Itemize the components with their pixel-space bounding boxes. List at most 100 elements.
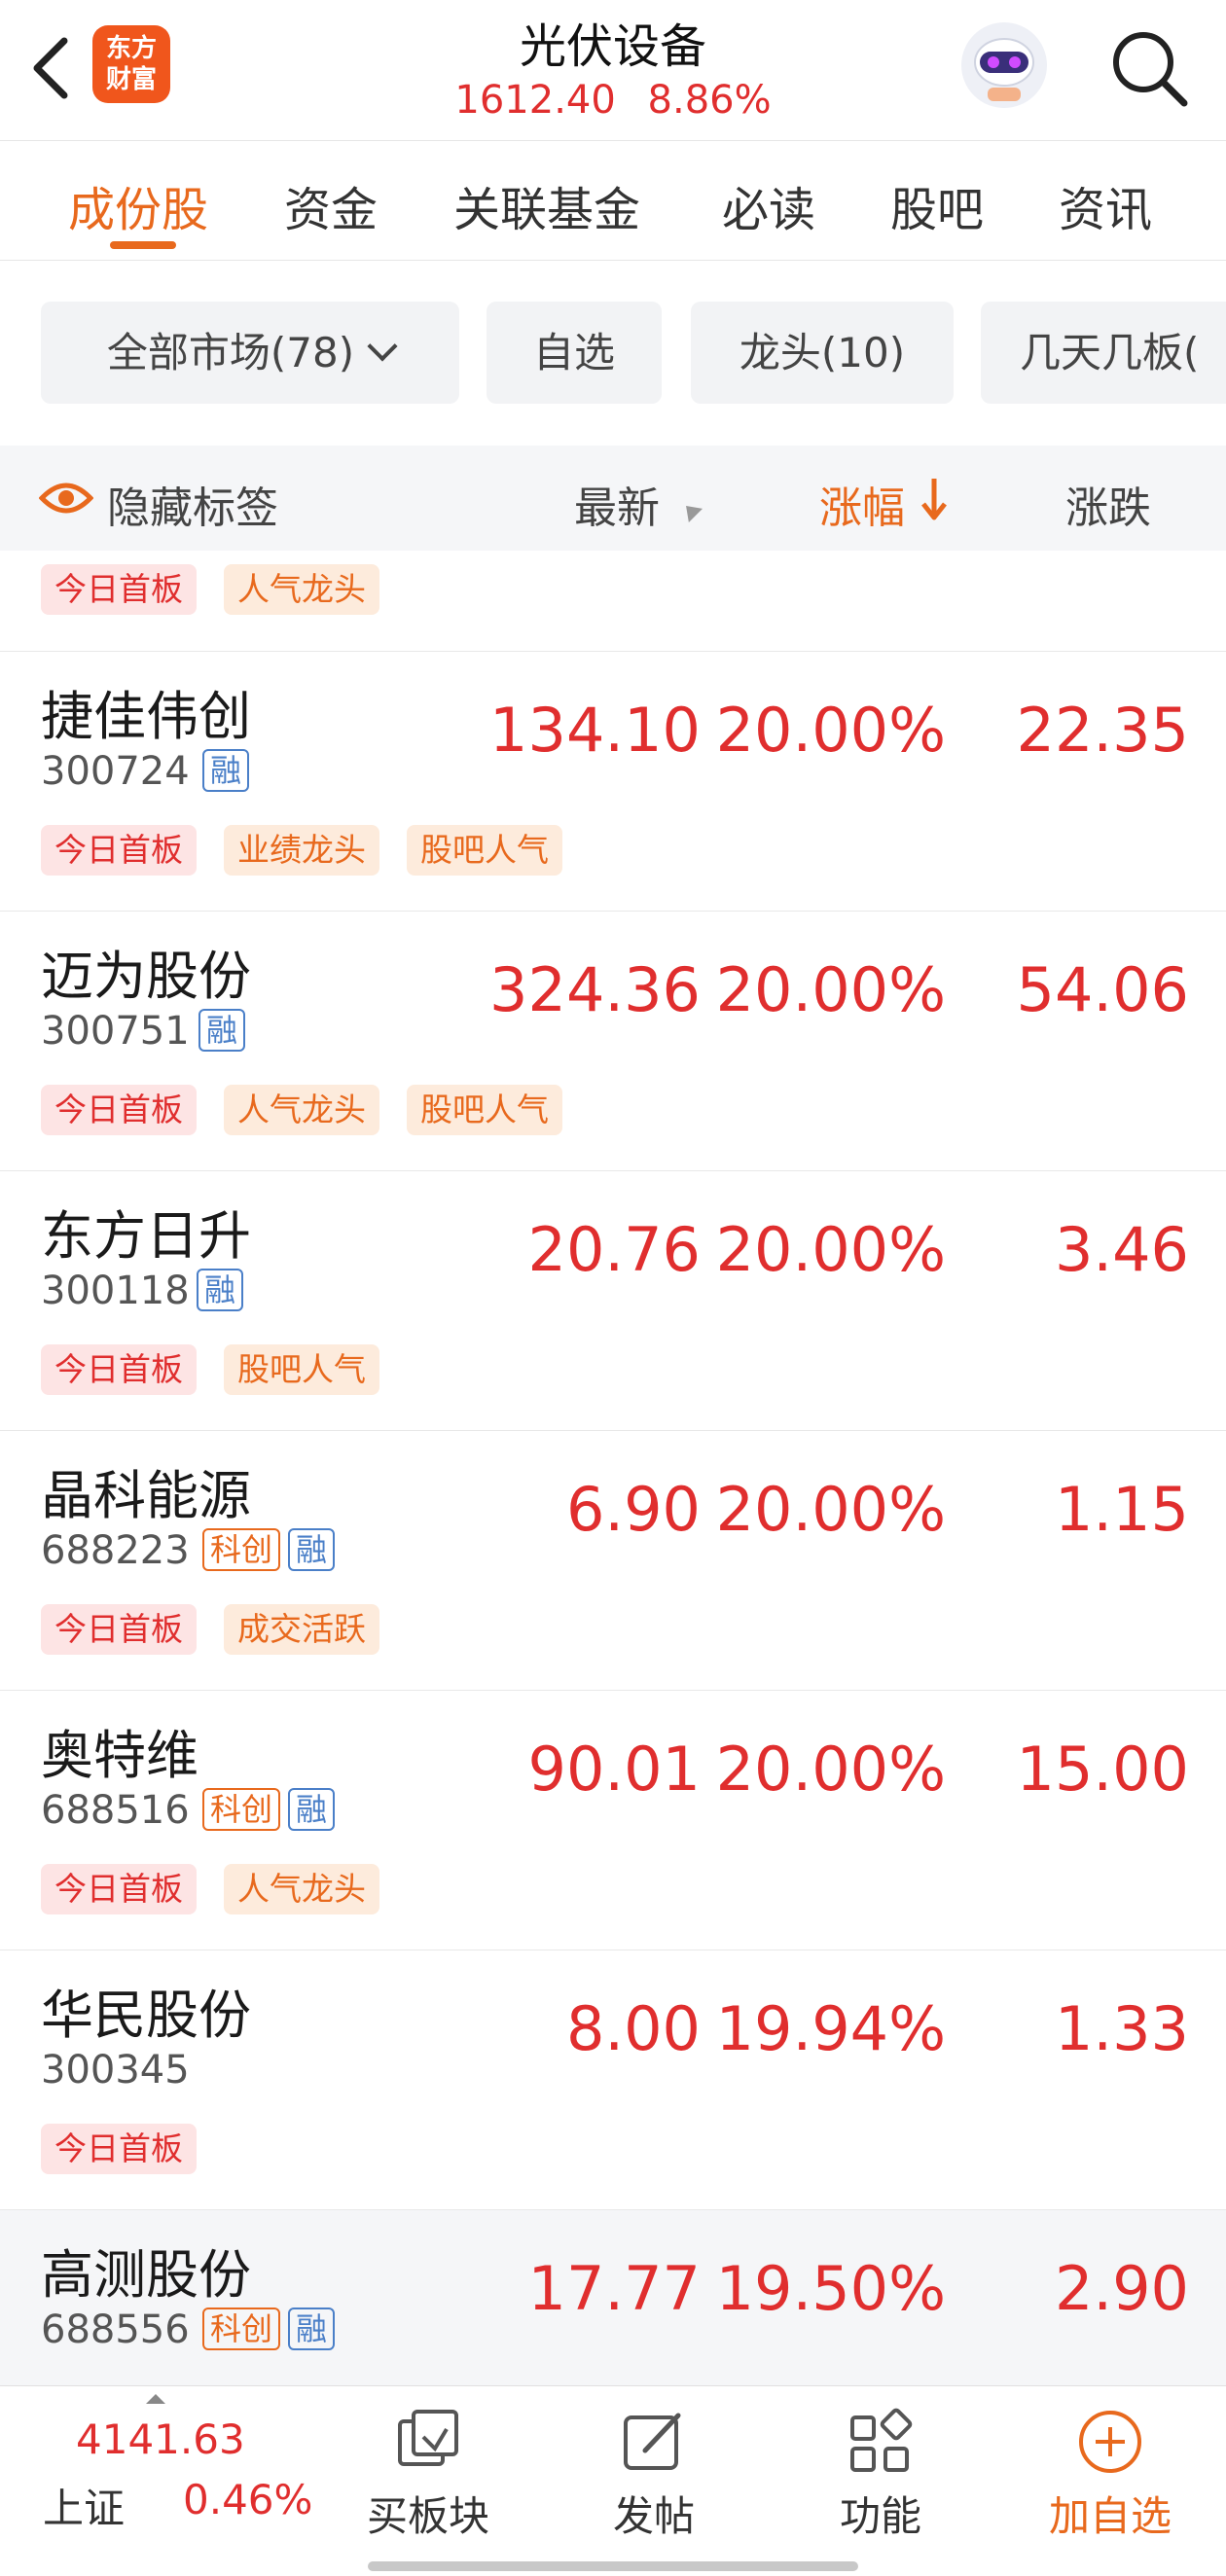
column-header: 隐藏标签 最新 涨幅 涨跌 [0,446,1226,551]
stock-code: 300724 [41,749,190,794]
stock-name: 奥特维 [41,1725,198,1786]
tag-popular-leader: 人气龙头 [224,1085,379,1135]
stock-name: 迈为股份 [41,946,251,1007]
tag-first-board: 今日首板 [41,1085,197,1135]
market-filter-dropdown[interactable]: 全部市场(78) [41,302,459,404]
change-pct: 19.94% [715,1993,946,2064]
post-label: 发帖 [612,2492,695,2540]
margin-badge: 融 [202,749,250,792]
tab-related-funds[interactable]: 关联基金 [453,171,640,239]
tag-group: 今日首板 成交活跃 [41,1604,379,1655]
stock-row[interactable]: 奥特维 688516 科创 融 90.01 20.00% 15.00 今日首板 … [0,1691,1226,1950]
tag-group: 今日首板 [41,2124,197,2174]
stock-row[interactable]: 捷佳伟创 300724 融 134.10 20.00% 22.35 今日首板 业… [0,652,1226,912]
change-pct: 20.00% [715,1734,946,1805]
sector-index-value: 1612.40 [454,78,616,123]
tag-guba-popular: 股吧人气 [407,1085,562,1135]
post-button[interactable]: 发帖 [552,2386,756,2552]
caret-up-icon [146,2394,165,2404]
tag-first-board: 今日首板 [41,2124,197,2174]
filter-watchlist[interactable]: 自选 [487,302,662,404]
stock-code: 688223 [41,1528,190,1573]
add-circle-icon [1079,2411,1141,2473]
eye-icon[interactable] [39,477,93,519]
chevron-down-icon [367,331,398,362]
stock-code: 688556 [41,2308,190,2352]
stock-row[interactable]: 晶科能源 688223 科创 融 6.90 20.00% 1.15 今日首板 成… [0,1431,1226,1691]
change-amount: 22.35 [1016,695,1190,766]
latest-price: 324.36 [489,954,701,1025]
sse-index-pct[interactable]: 0.46% [183,2476,312,2523]
tag-first-board: 今日首板 [41,1344,197,1395]
latest-price: 90.01 [527,1734,702,1805]
stock-name: 东方日升 [41,1205,251,1267]
list-item[interactable]: 今日首板 人气龙头 [0,551,1226,652]
sse-index-name[interactable]: 上证 [43,2476,125,2535]
tab-constituents[interactable]: 成份股 [68,171,208,239]
filter-leaders[interactable]: 龙头(10) [691,302,954,404]
badge-group: 科创 融 [202,2308,336,2350]
latest-price: 20.76 [527,1214,702,1285]
filter-consecutive-boards[interactable]: 几天几板( [981,302,1226,404]
robot-assistant-icon[interactable] [958,19,1051,112]
sort-desc-arrow-icon [921,479,947,520]
stock-code: 300751 [41,1009,190,1054]
buy-sector-button[interactable]: 买板块 [326,2386,530,2552]
tab-bar: 成份股 资金 关联基金 必读 股吧 资讯 [0,142,1226,261]
tag-popular-leader: 人气龙头 [224,1864,379,1914]
filter-bar: 全部市场(78) 自选 龙头(10) 几天几板( [0,302,1226,404]
sse-index-value[interactable]: 4141.63 [76,2415,245,2463]
active-tab-indicator [110,241,176,249]
change-pct: 20.00% [715,1474,946,1545]
tab-news[interactable]: 资讯 [1059,171,1152,239]
change-amount: 54.06 [1016,954,1190,1025]
margin-badge: 融 [288,1528,336,1571]
hide-tags-toggle[interactable]: 隐藏标签 [107,473,278,535]
add-watchlist-label: 加自选 [1048,2492,1172,2540]
tag-first-board: 今日首板 [41,1864,197,1914]
latest-price: 134.10 [489,695,701,766]
tag-guba-popular: 股吧人气 [224,1344,379,1395]
tag-group: 今日首板 股吧人气 [41,1344,379,1395]
change-amount: 1.15 [1054,1474,1189,1545]
change-pct: 20.00% [715,954,946,1025]
market-filter-label: 全部市场(78) [106,329,355,376]
margin-badge: 融 [197,1269,244,1311]
tab-guba[interactable]: 股吧 [890,171,984,239]
column-change-pct[interactable]: 涨幅 [819,473,905,535]
functions-label: 功能 [839,2492,921,2540]
sort-indicator-icon [678,498,703,523]
change-amount: 15.00 [1016,1734,1190,1805]
stock-code: 300118 [41,1269,190,1313]
home-indicator [368,2561,858,2571]
tag-popular-leader: 人气龙头 [224,564,379,615]
badge-group: 融 [198,1009,246,1052]
tag-group: 今日首板 业绩龙头 股吧人气 [41,825,562,876]
tag-group: 今日首板 人气龙头 [41,564,379,615]
app-header: 东方 财富 光伏设备 1612.40 8.86% [0,0,1226,141]
change-pct: 19.50% [715,2253,946,2324]
latest-price: 17.77 [527,2253,702,2324]
add-watchlist-button[interactable]: 加自选 [1008,2386,1212,2552]
margin-badge: 融 [198,1009,246,1052]
functions-button[interactable]: 功能 [778,2386,983,2552]
column-change[interactable]: 涨跌 [1065,473,1151,535]
bottom-toolbar: 4141.63 上证 0.46% 买板块 发帖 功能 加自选 [0,2385,1226,2576]
badge-group: 科创 融 [202,1528,336,1571]
tab-must-read[interactable]: 必读 [722,171,815,239]
stock-code: 300345 [41,2048,190,2093]
badge-group: 融 [197,1269,244,1311]
latest-price: 8.00 [565,1993,701,2064]
column-latest-price[interactable]: 最新 [574,473,660,535]
search-icon[interactable] [1104,23,1192,111]
tag-earnings-leader: 业绩龙头 [224,825,379,876]
tab-funds[interactable]: 资金 [284,171,378,239]
stock-row[interactable]: 华民股份 300345 8.00 19.94% 1.33 今日首板 [0,1950,1226,2210]
star-market-badge: 科创 [202,2308,281,2350]
change-amount: 2.90 [1054,2253,1189,2324]
change-amount: 1.33 [1054,1993,1189,2064]
stock-row[interactable]: 东方日升 300118 融 20.76 20.00% 3.46 今日首板 股吧人… [0,1171,1226,1431]
edit-icon [624,2413,681,2470]
tag-group: 今日首板 人气龙头 [41,1864,379,1914]
stock-row[interactable]: 迈为股份 300751 融 324.36 20.00% 54.06 今日首板 人… [0,912,1226,1171]
